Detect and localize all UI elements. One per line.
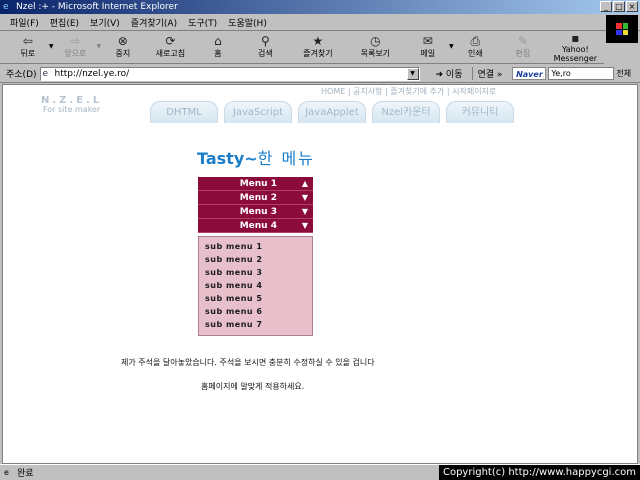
page-title: Tasty~한 메뉴 bbox=[197, 149, 315, 168]
favorites-button[interactable]: ★ 즐겨찾기 bbox=[289, 32, 346, 62]
toolbar: ⇦ 뒤로 ▼ ⇨ 앞으로 ▼ ⊗ 중지 ⟳ 새로고침 ⌂ 홈 ⚲ 검색 ★ 즐겨… bbox=[0, 30, 604, 64]
naver-logo[interactable]: Naver bbox=[512, 67, 547, 80]
search-all-button[interactable]: 전체 bbox=[616, 68, 631, 79]
menu-file[interactable]: 파일(F) bbox=[10, 16, 39, 29]
triangle-up-icon: ▲ bbox=[301, 179, 309, 188]
minimize-button[interactable]: _ bbox=[600, 1, 612, 12]
links-button[interactable]: 연결 » bbox=[472, 67, 502, 80]
refresh-icon: ⟳ bbox=[165, 34, 176, 48]
stop-icon: ⊗ bbox=[117, 34, 128, 48]
page-icon: e bbox=[42, 68, 49, 79]
mail-button[interactable]: ✉ 메일 ▼ bbox=[404, 32, 453, 62]
submenu-item[interactable]: sub menu 1 bbox=[205, 242, 312, 255]
tab-dhtml[interactable]: DHTML bbox=[150, 101, 218, 123]
yahoo-label-1: Yahoo! bbox=[561, 44, 589, 54]
status-bar: e 완료 Copyright(c) http://www.happycgi.co… bbox=[0, 464, 640, 480]
nav-tabs: DHTML JavaScript JavaApplet Nzel카운터 커뮤니티 bbox=[150, 101, 514, 123]
page-content: N.Z.E.L For site maker HOME | 공지사항 | 즐겨찾… bbox=[2, 84, 638, 464]
tab-nzel-counter[interactable]: Nzel카운터 bbox=[372, 101, 440, 123]
address-bar: 주소(D) e http://nzel.ye.ro/ ▼ ➜ 이동 연결 » N… bbox=[0, 65, 640, 83]
menu-item-3[interactable]: Menu 3 ▼ bbox=[198, 205, 313, 219]
stop-button[interactable]: ⊗ 중지 bbox=[99, 32, 147, 62]
tasty-menu: Menu 1 ▲ Menu 2 ▼ Menu 3 ▼ Menu 4 ▼ sub … bbox=[198, 177, 313, 336]
address-label: 주소(D) bbox=[6, 70, 37, 80]
triangle-down-icon: ▼ bbox=[301, 207, 309, 216]
triangle-down-icon: ▼ bbox=[301, 221, 309, 230]
site-logo[interactable]: N.Z.E.L For site maker bbox=[41, 95, 102, 114]
printer-icon: ⎙ bbox=[470, 34, 481, 48]
note-text-2: 홈페이지에 알맞게 적용하세요. bbox=[201, 382, 305, 391]
submenu-item[interactable]: sub menu 7 bbox=[205, 320, 312, 333]
window-titlebar[interactable]: e Nzel :+ - Microsoft Internet Explorer … bbox=[0, 0, 640, 14]
search-icon: ⚲ bbox=[261, 34, 270, 48]
submenu-item[interactable]: sub menu 3 bbox=[205, 268, 312, 281]
toolbar-chevron-icon[interactable]: » bbox=[630, 34, 636, 44]
back-arrow-icon: ⇦ bbox=[22, 34, 33, 48]
naver-search-input[interactable]: Ye,ro bbox=[548, 67, 615, 80]
top-links[interactable]: HOME | 공지사항 | 즐겨찾기에 추가 | 시작페이지로 bbox=[321, 86, 496, 97]
submenu-item[interactable]: sub menu 5 bbox=[205, 294, 312, 307]
window-title: Nzel :+ - Microsoft Internet Explorer bbox=[16, 2, 178, 12]
note-text-1: 제가 주석을 달아놓았습니다. 주석을 보시면 충분히 수정하실 수 있을 겁니… bbox=[121, 358, 375, 367]
close-button[interactable]: × bbox=[626, 1, 638, 12]
yahoo-messenger-button[interactable]: ▪ Yahoo! Messenger bbox=[547, 30, 604, 63]
address-dropdown-icon[interactable]: ▼ bbox=[406, 67, 419, 80]
menu-item-1[interactable]: Menu 1 ▲ bbox=[198, 177, 313, 191]
back-button[interactable]: ⇦ 뒤로 ▼ bbox=[4, 32, 53, 62]
status-text: 완료 bbox=[17, 469, 34, 479]
menu-bar: 파일(F) 편집(E) 보기(V) 즐겨찾기(A) 도구(T) 도움말(H) bbox=[0, 14, 640, 43]
maximize-button[interactable]: □ bbox=[613, 1, 625, 12]
menu-item-2[interactable]: Menu 2 ▼ bbox=[198, 191, 313, 205]
ie-icon: e bbox=[3, 2, 9, 12]
menu-edit[interactable]: 편집(E) bbox=[50, 16, 79, 29]
yahoo-label-2: Messenger bbox=[553, 53, 598, 63]
edit-button[interactable]: ✎ 편집 bbox=[499, 32, 547, 62]
menu-item-4[interactable]: Menu 4 ▼ bbox=[198, 219, 313, 233]
menu-tools[interactable]: 도구(T) bbox=[188, 16, 217, 29]
edit-icon: ✎ bbox=[517, 34, 528, 48]
messenger-icon: ▪ bbox=[571, 30, 580, 45]
page-done-icon: e bbox=[4, 468, 9, 477]
address-input[interactable]: e http://nzel.ye.ro/ ▼ bbox=[39, 66, 420, 81]
submenu-item[interactable]: sub menu 2 bbox=[205, 255, 312, 268]
search-button[interactable]: ⚲ 검색 bbox=[242, 32, 290, 62]
tab-community[interactable]: 커뮤니티 bbox=[446, 101, 514, 123]
print-button[interactable]: ⎙ 인쇄 bbox=[452, 32, 500, 62]
menu-help[interactable]: 도움말(H) bbox=[228, 16, 267, 29]
submenu-item[interactable]: sub menu 4 bbox=[205, 281, 312, 294]
menu-favorites[interactable]: 즐겨찾기(A) bbox=[131, 16, 177, 29]
tab-javaapplet[interactable]: JavaApplet bbox=[298, 101, 366, 123]
home-icon: ⌂ bbox=[214, 34, 222, 48]
address-url: http://nzel.ye.ro/ bbox=[54, 68, 130, 79]
forward-arrow-icon: ⇨ bbox=[70, 34, 81, 48]
menu-view[interactable]: 보기(V) bbox=[90, 16, 120, 29]
favorites-icon: ★ bbox=[312, 34, 324, 48]
submenu-list: sub menu 1 sub menu 2 sub menu 3 sub men… bbox=[198, 236, 313, 336]
home-button[interactable]: ⌂ 홈 bbox=[194, 32, 242, 62]
refresh-button[interactable]: ⟳ 새로고침 bbox=[147, 32, 195, 62]
tab-javascript[interactable]: JavaScript bbox=[224, 101, 292, 123]
copyright-banner: Copyright(c) http://www.happycgi.com bbox=[438, 465, 640, 480]
mail-icon: ✉ bbox=[422, 34, 433, 48]
forward-button[interactable]: ⇨ 앞으로 ▼ bbox=[52, 32, 101, 62]
history-button[interactable]: ◷ 목록보기 bbox=[347, 32, 404, 62]
triangle-down-icon: ▼ bbox=[301, 193, 309, 202]
history-icon: ◷ bbox=[370, 34, 381, 48]
submenu-item[interactable]: sub menu 6 bbox=[205, 307, 312, 320]
go-button[interactable]: ➜ 이동 bbox=[436, 67, 463, 80]
